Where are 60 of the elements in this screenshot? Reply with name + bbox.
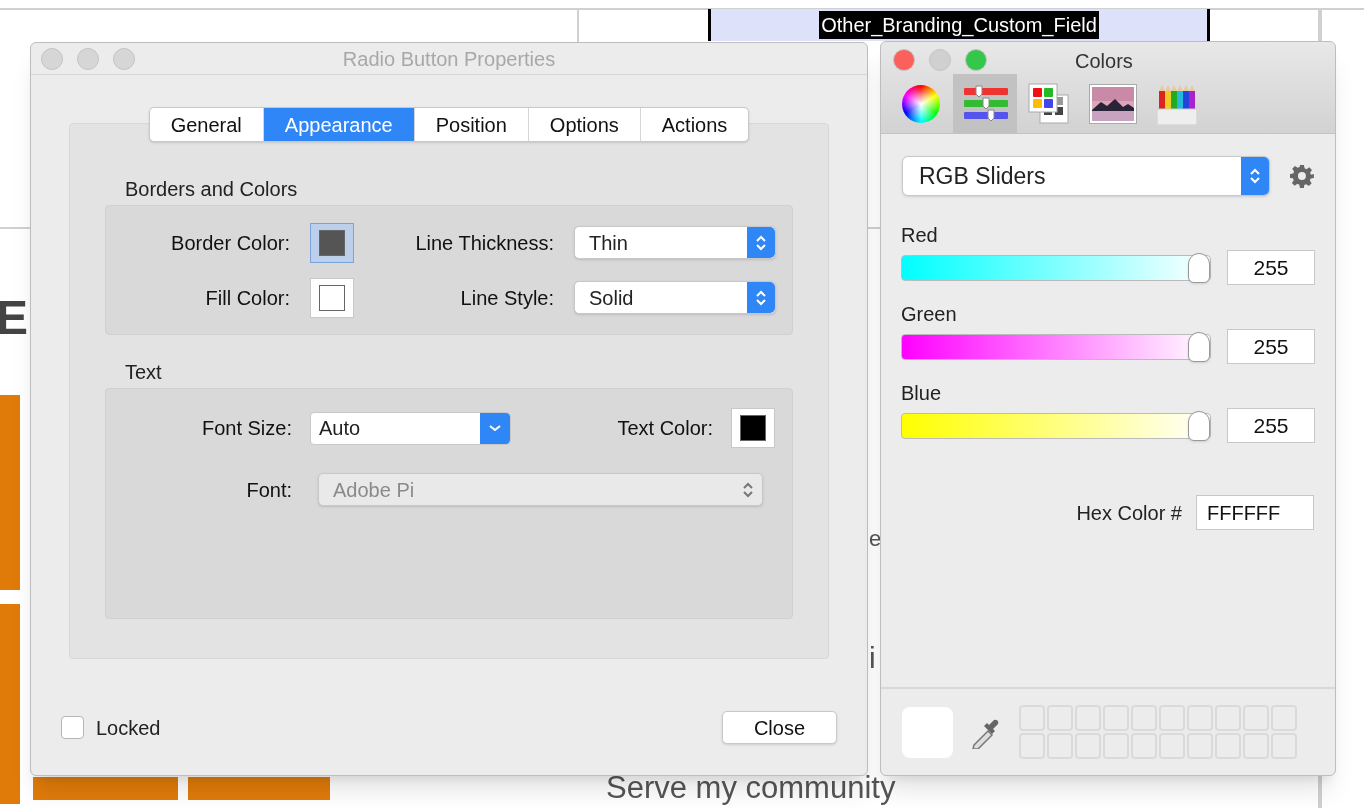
tab[interactable]: Position bbox=[413, 108, 528, 141]
tab[interactable]: Appearance bbox=[262, 108, 414, 141]
window-title: Radio Button Properties bbox=[342, 46, 556, 72]
tab[interactable]: Options bbox=[527, 108, 640, 141]
palettes-icon bbox=[1028, 83, 1070, 125]
close-dialog-button[interactable]: Close bbox=[722, 711, 837, 744]
stepper-icon bbox=[1241, 157, 1270, 195]
value-field[interactable]: 255 bbox=[1227, 250, 1315, 285]
mode-dropdown[interactable]: RGB Sliders bbox=[902, 156, 1271, 196]
hex-label: Hex Color # bbox=[1076, 500, 1182, 526]
field-label: Font: bbox=[245, 477, 292, 503]
field-label: Fill Color: bbox=[204, 285, 290, 311]
pencils-icon bbox=[1157, 83, 1197, 125]
close-button[interactable] bbox=[893, 49, 915, 71]
dropdown[interactable]: Solid bbox=[574, 281, 776, 314]
window-title: Colors bbox=[1075, 49, 1133, 74]
field-label: Font Size: bbox=[200, 416, 292, 441]
body-text: Serve my community bbox=[606, 772, 896, 803]
field-label: Line Thickness: bbox=[414, 230, 554, 256]
dropdown[interactable]: Auto bbox=[310, 411, 511, 445]
slider-label: Green bbox=[901, 302, 957, 327]
form-field[interactable]: Other_Branding_Custom_Field bbox=[708, 9, 1210, 41]
close-button[interactable] bbox=[41, 47, 63, 70]
sliders-icon bbox=[962, 85, 1008, 123]
slider-track[interactable] bbox=[901, 333, 1211, 360]
slider-thumb[interactable] bbox=[1188, 252, 1210, 283]
minimize-button[interactable] bbox=[77, 47, 99, 70]
section-title: Text bbox=[124, 360, 162, 385]
slider-thumb[interactable] bbox=[1188, 410, 1210, 441]
slider-thumb[interactable] bbox=[1188, 331, 1210, 362]
slider-label: Blue bbox=[901, 381, 942, 406]
tab[interactable]: General bbox=[149, 108, 263, 141]
stepper-icon bbox=[747, 227, 775, 258]
section-title: Borders and Colors bbox=[124, 177, 298, 202]
field-label: Border Color: bbox=[170, 230, 290, 256]
checkbox[interactable] bbox=[61, 716, 84, 739]
body-text: i bbox=[869, 643, 876, 673]
dropdown[interactable]: Thin bbox=[574, 226, 776, 259]
slider-track[interactable] bbox=[901, 254, 1211, 281]
slider-label: Red bbox=[901, 223, 938, 248]
image-icon bbox=[1089, 84, 1137, 124]
value-field[interactable]: 255 bbox=[1227, 329, 1315, 364]
chevron-down-icon bbox=[480, 412, 510, 444]
slider-track[interactable] bbox=[901, 412, 1211, 439]
settings-icon[interactable] bbox=[1290, 164, 1314, 188]
color-well[interactable] bbox=[731, 408, 775, 448]
value-field[interactable]: 255 bbox=[1227, 408, 1315, 443]
color-well[interactable] bbox=[310, 277, 354, 318]
field-name-label: Other_Branding_Custom_Field bbox=[819, 11, 1099, 39]
color-well[interactable] bbox=[310, 222, 354, 263]
stepper-icon bbox=[747, 282, 775, 313]
body-text: e bbox=[869, 528, 882, 550]
tab[interactable]: Actions bbox=[639, 108, 749, 141]
hex-field[interactable]: FFFFFF bbox=[1196, 495, 1314, 530]
field-label: Line Style: bbox=[459, 285, 554, 311]
field-label: Text Color: bbox=[617, 416, 713, 441]
zoom-button[interactable] bbox=[113, 47, 135, 70]
zoom-button[interactable] bbox=[965, 49, 987, 71]
color-wheel-icon bbox=[902, 85, 940, 123]
checkbox-label: Locked bbox=[96, 715, 161, 741]
